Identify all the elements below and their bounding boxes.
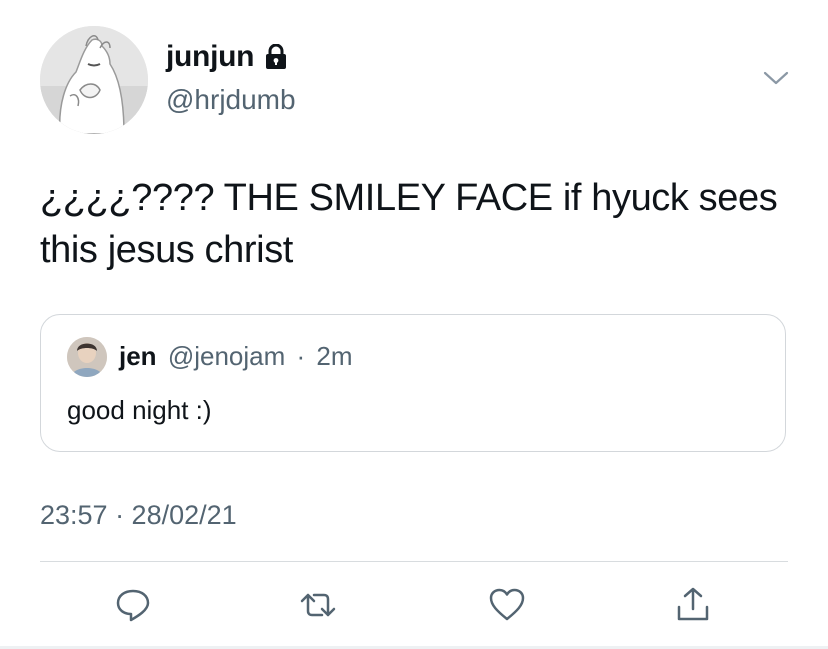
retweet-icon: [300, 593, 336, 617]
tweet-text: ¿¿¿¿???? THE SMILEY FACE if hyuck sees t…: [40, 177, 778, 271]
reply-button[interactable]: [110, 582, 156, 628]
divider: [40, 561, 788, 562]
share-icon: [677, 587, 709, 621]
quoted-time: 2m: [316, 341, 353, 371]
author-name-row: junjun: [166, 40, 288, 74]
like-button[interactable]: [484, 582, 530, 628]
quoted-header: jen @jenojam · 2m: [119, 341, 353, 372]
tweet-timestamp[interactable]: 23:57 · 28/02/21: [40, 500, 237, 531]
quoted-name[interactable]: jen: [119, 341, 157, 371]
share-button[interactable]: [670, 582, 716, 628]
quoted-separator: ·: [296, 341, 306, 371]
person-photo-icon: [67, 337, 107, 377]
chevron-down-icon[interactable]: [763, 68, 789, 88]
author-display-name[interactable]: junjun: [166, 40, 254, 74]
lock-icon: [264, 43, 288, 70]
quoted-handle[interactable]: @jenojam: [168, 341, 285, 371]
quoted-text: good night :): [67, 395, 212, 425]
heart-icon: [489, 588, 525, 621]
retweet-button[interactable]: [295, 582, 341, 628]
author-avatar[interactable]: [40, 26, 148, 134]
moomin-avatar-icon: [40, 26, 148, 134]
reply-icon: [116, 589, 150, 622]
quoted-tweet-card[interactable]: jen @jenojam · 2m good night :): [40, 314, 786, 452]
author-handle[interactable]: @hrjdumb: [166, 84, 296, 116]
quoted-author-avatar: [67, 337, 107, 377]
action-bar: [0, 582, 828, 628]
